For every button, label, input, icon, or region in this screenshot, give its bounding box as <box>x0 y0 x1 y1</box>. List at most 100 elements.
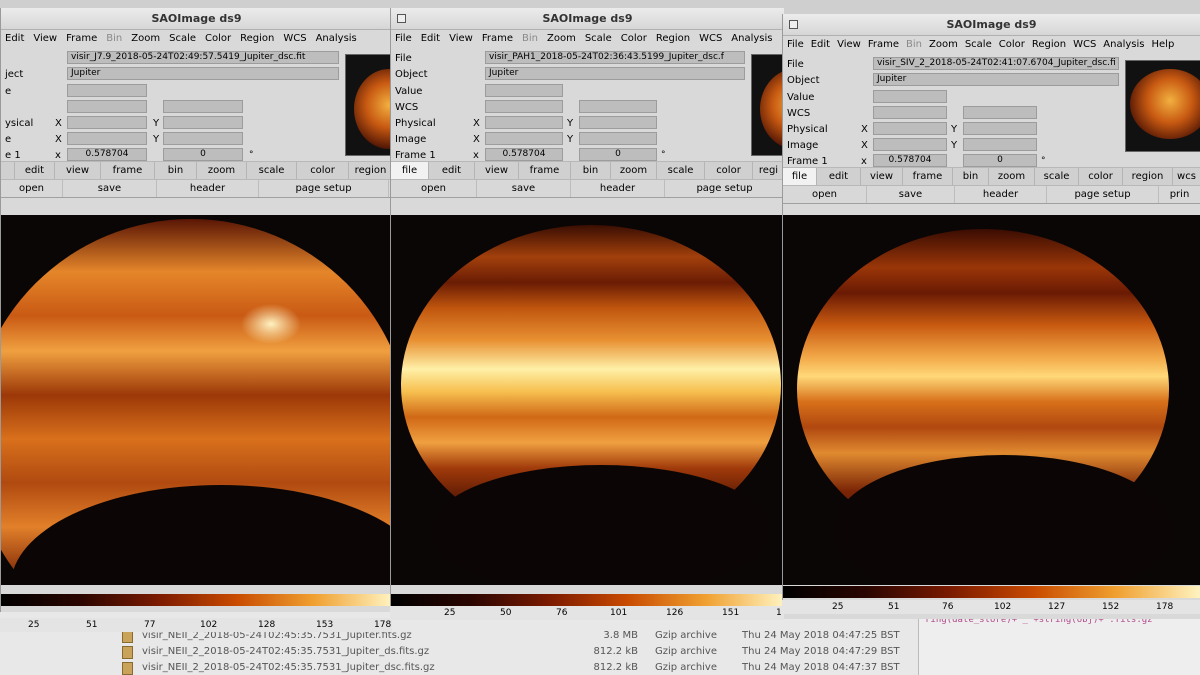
value-field <box>873 90 947 103</box>
menu-view[interactable]: View <box>33 30 57 48</box>
image-y-field <box>163 132 243 145</box>
button-bin[interactable]: bin <box>155 162 197 179</box>
button-zoom[interactable]: zoom <box>611 162 657 179</box>
button-edit[interactable]: edit <box>429 162 475 179</box>
button-view[interactable]: view <box>55 162 101 179</box>
menu-view[interactable]: View <box>449 30 473 48</box>
colorbar <box>1 594 392 606</box>
button-bin[interactable]: bin <box>571 162 611 179</box>
menu-wcs[interactable]: WCS <box>1073 36 1096 54</box>
menu-zoom[interactable]: Zoom <box>547 30 576 48</box>
menu-scale[interactable]: Scale <box>169 30 196 48</box>
menu-file[interactable]: File <box>395 30 412 48</box>
file-date: Thu 24 May 2018 04:47:25 BST <box>742 630 900 641</box>
panner-thumbnail[interactable] <box>751 54 784 156</box>
button-save[interactable]: save <box>867 186 955 203</box>
button-save[interactable]: save <box>477 180 571 197</box>
menu-region[interactable]: Region <box>1032 36 1066 54</box>
window-titlebar[interactable]: SAOImage ds9 <box>1 8 392 30</box>
menu-scale[interactable]: Scale <box>585 30 612 48</box>
button-file[interactable]: file <box>391 162 429 179</box>
button-frame[interactable]: frame <box>903 168 953 185</box>
button-file[interactable] <box>1 162 15 179</box>
window-titlebar[interactable]: SAOImage ds9 <box>391 8 784 30</box>
menu-analysis[interactable]: Analysis <box>731 30 772 48</box>
button-print[interactable]: prin <box>1159 186 1200 203</box>
button-page-setup[interactable]: page setup <box>1047 186 1159 203</box>
menu-zoom[interactable]: Zoom <box>131 30 160 48</box>
panner-thumbnail[interactable] <box>1125 60 1200 152</box>
menu-analysis[interactable]: Analysis <box>316 30 357 48</box>
button-wcs[interactable]: wcs <box>1173 168 1200 185</box>
menu-edit[interactable]: Edit <box>811 36 830 54</box>
button-edit[interactable]: edit <box>15 162 55 179</box>
button-view[interactable]: view <box>861 168 903 185</box>
button-region[interactable]: region <box>349 162 392 179</box>
image-x-field <box>873 138 947 151</box>
window-menu-icon[interactable] <box>789 20 798 29</box>
menu-scale[interactable]: Scale <box>965 36 992 54</box>
button-zoom[interactable]: zoom <box>989 168 1035 185</box>
panner-thumbnail[interactable] <box>345 54 392 156</box>
button-frame[interactable]: frame <box>101 162 155 179</box>
menu-frame[interactable]: Frame <box>66 30 97 48</box>
window-menu-icon[interactable] <box>397 14 406 23</box>
menu-color[interactable]: Color <box>999 36 1025 54</box>
frame-label: e 1 <box>5 150 21 161</box>
button-bin[interactable]: bin <box>953 168 989 185</box>
button-scale[interactable]: scale <box>247 162 297 179</box>
button-header[interactable]: header <box>571 180 665 197</box>
x-label: X <box>473 118 480 129</box>
menu-frame[interactable]: Frame <box>868 36 899 54</box>
button-color[interactable]: color <box>705 162 753 179</box>
button-color[interactable]: color <box>297 162 349 179</box>
button-frame[interactable]: frame <box>519 162 571 179</box>
menu-wcs[interactable]: WCS <box>283 30 306 48</box>
button-region[interactable]: region <box>1123 168 1173 185</box>
button-save[interactable]: save <box>63 180 157 197</box>
menu-region[interactable]: Region <box>656 30 690 48</box>
image-canvas[interactable] <box>783 215 1200 585</box>
zoom-field: 0.578704 <box>485 148 563 161</box>
menu-view[interactable]: View <box>837 36 861 54</box>
button-view[interactable]: view <box>475 162 519 179</box>
menu-zoom[interactable]: Zoom <box>929 36 958 54</box>
file-row[interactable]: visir_NEII_2_2018-05-24T02:45:35.7531_Ju… <box>0 660 920 675</box>
button-page-setup[interactable]: page setup <box>665 180 784 197</box>
button-header[interactable]: header <box>955 186 1047 203</box>
button-open[interactable]: open <box>391 180 477 197</box>
menu-edit[interactable]: Edit <box>421 30 440 48</box>
ds9-window-1: SAOImage ds9 Edit View Frame Bin Zoom Sc… <box>0 8 392 613</box>
tick-label: 102 <box>200 620 218 630</box>
menu-analysis[interactable]: Analysis <box>1103 36 1144 54</box>
menu-wcs[interactable]: WCS <box>699 30 722 48</box>
window-titlebar[interactable]: SAOImage ds9 <box>783 14 1200 36</box>
button-file[interactable]: file <box>783 168 817 185</box>
button-open[interactable]: open <box>1 180 63 197</box>
button-header[interactable]: header <box>157 180 259 197</box>
menu-frame[interactable]: Frame <box>482 30 513 48</box>
menu-region[interactable]: Region <box>240 30 274 48</box>
button-open[interactable]: open <box>783 186 867 203</box>
info-panel: visir_J7.9_2018-05-24T02:49:57.5419_Jupi… <box>1 48 392 161</box>
tick-label: 1 <box>776 608 782 618</box>
image-canvas[interactable] <box>1 215 392 585</box>
menu-color[interactable]: Color <box>621 30 647 48</box>
button-edit[interactable]: edit <box>817 168 861 185</box>
button-color[interactable]: color <box>1079 168 1123 185</box>
terminal-pane[interactable]: ring(date_store)+'_'+string(obj)+'.fits.… <box>918 612 1200 675</box>
menu-help[interactable]: Help <box>1152 36 1175 54</box>
button-zoom[interactable]: zoom <box>197 162 247 179</box>
image-label: Image <box>787 140 819 151</box>
menu-edit[interactable]: Edit <box>5 30 24 48</box>
menu-color[interactable]: Color <box>205 30 231 48</box>
menu-file[interactable]: File <box>787 36 804 54</box>
image-canvas[interactable] <box>391 215 784 585</box>
wcs-field <box>67 100 147 113</box>
button-scale[interactable]: scale <box>1035 168 1079 185</box>
button-scale[interactable]: scale <box>657 162 705 179</box>
button-region[interactable]: regi <box>753 162 784 179</box>
button-page-setup[interactable]: page setup <box>259 180 389 197</box>
archive-file-icon <box>122 646 133 659</box>
image-label: e <box>5 134 12 145</box>
